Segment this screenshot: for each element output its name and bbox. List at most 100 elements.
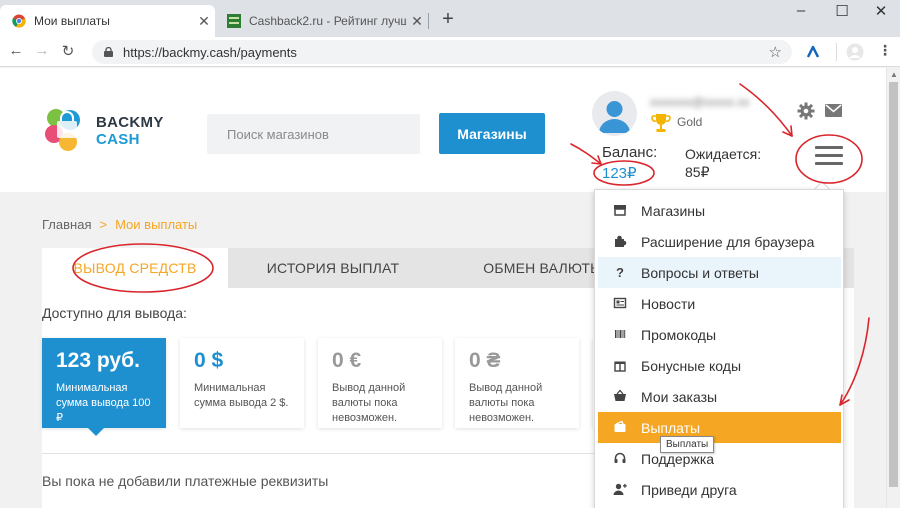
mail-icon[interactable]	[825, 104, 842, 117]
newspaper-icon	[613, 297, 627, 309]
selected-card-pointer	[87, 427, 105, 436]
store-search-input[interactable]	[207, 114, 420, 154]
menu-item-support[interactable]: Поддержка	[598, 443, 841, 474]
tab-title: Мои выплаты	[34, 14, 110, 28]
expected-value: 85₽	[685, 164, 710, 180]
hamburger-line	[815, 162, 843, 165]
page-scrollbar[interactable]: ▲	[886, 68, 900, 508]
back-arrow-icon[interactable]: ←	[6, 42, 26, 59]
logo-bag-icon	[45, 109, 80, 151]
menu-item-extension[interactable]: Расширение для браузера	[598, 226, 841, 257]
trophy-icon	[651, 114, 671, 132]
balance-card-uah[interactable]: 0 ₴ Вывод данной валюты пока невозможен.	[455, 338, 579, 428]
card-amount: 0 $	[194, 349, 224, 372]
forward-arrow-icon[interactable]: →	[32, 42, 52, 59]
balance-value[interactable]: 123₽	[602, 164, 637, 182]
close-tab-icon[interactable]: ✕	[406, 13, 428, 30]
browser-tab-cashback2[interactable]: Cashback2.ru - Рейтинг лучших ✕	[215, 5, 428, 37]
menu-item-payouts[interactable]: Выплаты	[598, 412, 841, 443]
scroll-up-arrow-icon[interactable]: ▲	[890, 70, 898, 79]
balance-card-eur[interactable]: 0 € Вывод данной валюты пока невозможен.	[318, 338, 442, 428]
profile-icon[interactable]	[846, 43, 864, 61]
bookmark-star-icon[interactable]: ☆	[769, 43, 782, 61]
browser-menu-icon[interactable]: ⋮	[878, 42, 892, 59]
card-amount: 0 ₴	[469, 349, 501, 372]
no-requisites-message: Вы пока не добавили платежные реквизиты	[42, 473, 329, 489]
tab-withdraw[interactable]: ВЫВОД СРЕДСТВ	[42, 248, 228, 288]
breadcrumb-separator: >	[99, 217, 108, 232]
logo-line-1: BACKMY	[96, 114, 164, 131]
menu-item-label: Промокоды	[641, 326, 717, 343]
breadcrumb-home-link[interactable]: Главная	[42, 217, 91, 232]
browser-toolbar: ← → ↻ https://backmy.cash/payments ☆ ⋮	[0, 37, 900, 67]
tab-title: Cashback2.ru - Рейтинг лучших	[249, 14, 406, 28]
menu-item-invite-friend[interactable]: Приведи друга	[598, 474, 841, 505]
menu-item-label: Расширение для браузера	[641, 233, 815, 250]
menu-item-label: Новости	[641, 295, 696, 312]
store-icon	[614, 205, 626, 216]
page-viewport: BACKMY CASH Магазины xxxxxxx@xxxxx.xx Go…	[0, 68, 886, 508]
hamburger-line	[815, 154, 843, 157]
headset-icon	[614, 452, 626, 463]
user-email-blurred: xxxxxxx@xxxxx.xx	[650, 95, 750, 109]
menu-item-news[interactable]: Новости	[598, 288, 841, 319]
menu-item-promocodes[interactable]: Промокоды	[598, 319, 841, 350]
menu-item-my-orders[interactable]: Мои заказы	[598, 381, 841, 412]
card-description: Минимальная сумма вывода 100 ₽	[56, 382, 151, 424]
menu-item-stores[interactable]: Магазины	[598, 195, 841, 226]
new-tab-button[interactable]: +	[437, 8, 459, 31]
minimize-window-button[interactable]: –	[786, 2, 816, 19]
logo-text: BACKMY CASH	[96, 114, 164, 148]
tab-separator	[428, 13, 429, 29]
browser-tab-payments[interactable]: Мои выплаты ✕	[0, 5, 215, 37]
wallet-icon	[614, 420, 626, 432]
expected-label: Ожидается:	[685, 146, 762, 162]
menu-item-label: Мои заказы	[641, 388, 718, 405]
add-user-icon	[613, 483, 627, 495]
puzzle-icon	[615, 235, 627, 247]
hamburger-line	[815, 146, 843, 149]
site-header: BACKMY CASH Магазины xxxxxxx@xxxxx.xx Go…	[0, 68, 886, 192]
chrome-favicon-icon	[12, 14, 26, 28]
balance-card-usd[interactable]: 0 $ Минимальная сумма вывода 2 $.	[180, 338, 304, 428]
maximize-window-button[interactable]: ☐	[827, 2, 857, 20]
card-description: Вывод данной валюты пока невозможен.	[332, 382, 406, 424]
card-description: Минимальная сумма вывода 2 $.	[194, 382, 289, 409]
backmy-cash-logo[interactable]: BACKMY CASH	[44, 106, 174, 154]
menu-item-label: Бонусные коды	[641, 357, 742, 374]
menu-item-label: Приведи друга	[641, 481, 737, 498]
available-label: Доступно для вывода:	[42, 305, 187, 321]
basket-icon	[614, 389, 626, 401]
balance-card-rub[interactable]: 123 руб. Минимальная сумма вывода 100 ₽	[42, 338, 166, 428]
panel-divider	[42, 453, 612, 454]
stores-button[interactable]: Магазины	[439, 113, 545, 154]
close-tab-icon[interactable]: ✕	[193, 13, 215, 30]
extension-icon[interactable]	[805, 44, 821, 60]
user-avatar[interactable]	[592, 91, 637, 136]
menu-item-label: Выплаты	[641, 419, 701, 436]
toolbar-divider	[836, 43, 837, 61]
card-amount: 0 €	[332, 349, 362, 372]
breadcrumb: Главная > Мои выплаты	[42, 217, 197, 232]
address-bar[interactable]: https://backmy.cash/payments ☆	[92, 40, 792, 64]
gift-icon	[614, 361, 626, 372]
card-description: Вывод данной валюты пока невозможен.	[469, 382, 543, 424]
logo-line-2: CASH	[96, 131, 140, 148]
cashback-favicon-icon	[227, 14, 241, 28]
question-icon: ?	[616, 264, 624, 280]
gear-icon[interactable]	[797, 102, 815, 120]
url-text: https://backmy.cash/payments	[123, 44, 297, 60]
hamburger-menu-button[interactable]	[815, 146, 843, 168]
main-dropdown-menu: Магазины Расширение для браузера ? Вопро…	[594, 189, 844, 508]
card-amount: 123 руб.	[56, 349, 140, 372]
tab-payout-history[interactable]: ИСТОРИЯ ВЫПЛАТ	[228, 248, 438, 288]
menu-item-bonus-codes[interactable]: Бонусные коды	[598, 350, 841, 381]
reload-icon[interactable]: ↻	[58, 42, 78, 60]
scrollbar-thumb[interactable]	[889, 82, 898, 487]
browser-tab-bar: Мои выплаты ✕ Cashback2.ru - Рейтинг луч…	[0, 0, 900, 37]
menu-item-label: Магазины	[641, 202, 706, 219]
close-window-button[interactable]: ✕	[866, 2, 896, 20]
barcode-icon	[615, 330, 626, 338]
menu-item-faq[interactable]: ? Вопросы и ответы	[598, 257, 841, 288]
user-rank: Gold	[677, 115, 703, 129]
